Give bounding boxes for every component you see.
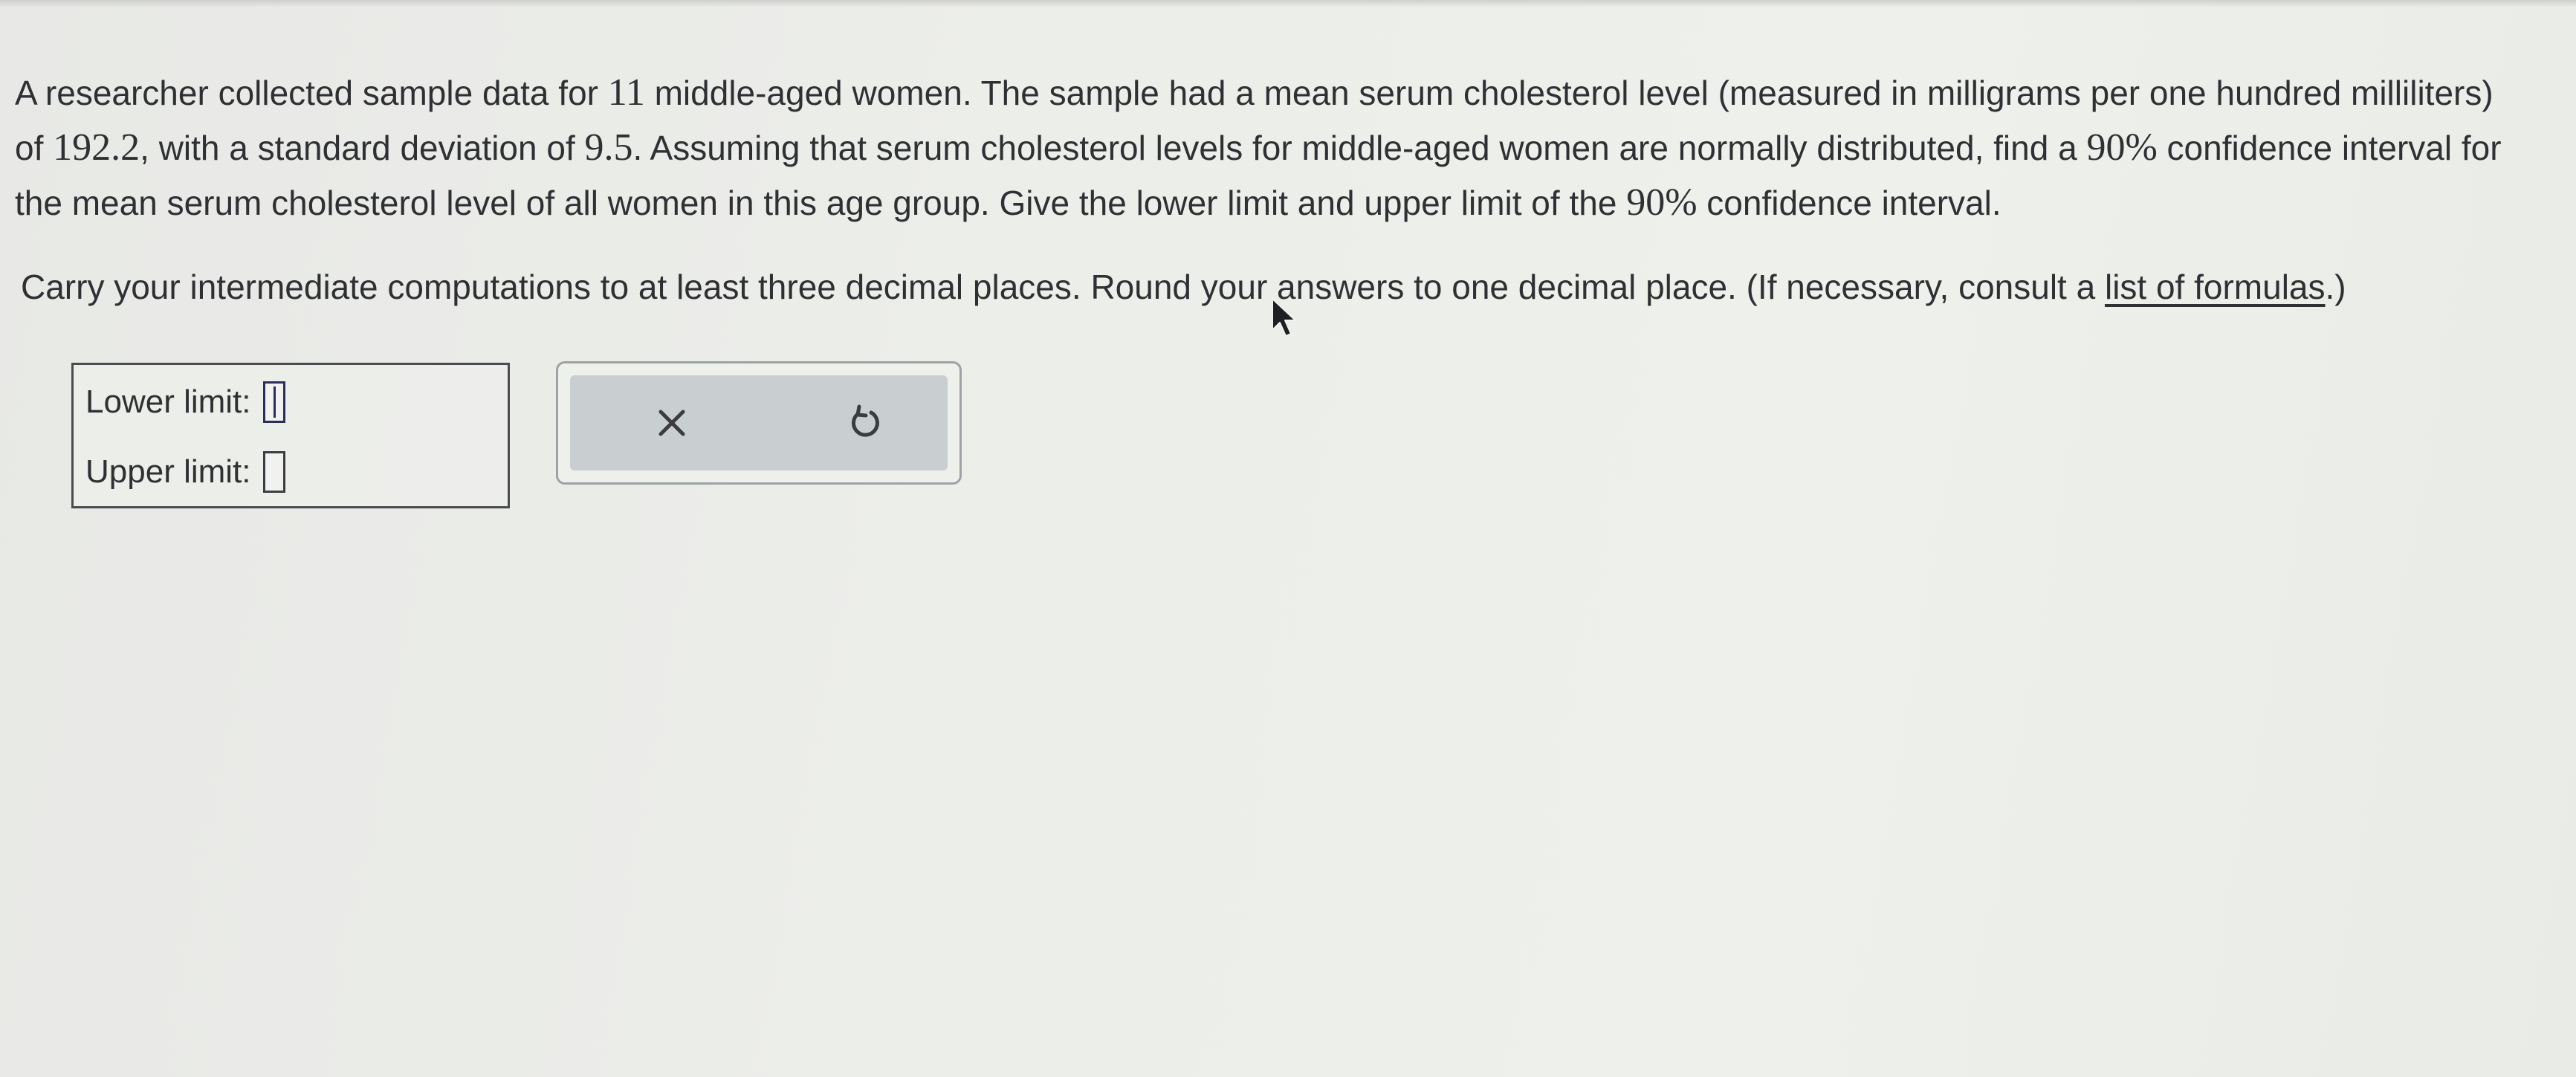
upper-limit-input[interactable] (262, 451, 285, 493)
confidence-level-value-2: 90% (1626, 181, 1698, 224)
problem-text: A researcher collected sample data for 1… (15, 65, 2527, 230)
problem-text-part-4: . Assuming that serum cholesterol levels… (632, 129, 2087, 167)
answer-box: Lower limit: Upper limit: (71, 363, 510, 508)
mouse-pointer-icon (1272, 298, 1296, 337)
text-caret (273, 387, 276, 418)
answer-tools-panel (556, 361, 962, 485)
clear-button[interactable] (648, 399, 696, 447)
problem-text-part-1: A researcher collected sample data for (15, 74, 608, 112)
undo-button[interactable] (841, 399, 889, 447)
answer-tools-bar (570, 375, 948, 470)
instructions-text: Carry your intermediate computations to … (21, 268, 2105, 306)
undo-icon (851, 404, 879, 437)
list-of-formulas-link[interactable]: list of formulas (2105, 268, 2326, 306)
confidence-level-value: 90% (2086, 126, 2158, 169)
problem-text-part-3: , with a standard deviation of (140, 129, 585, 167)
lower-limit-input[interactable] (262, 381, 285, 423)
sample-mean-value: 192.2 (53, 126, 140, 169)
x-icon (658, 410, 685, 436)
problem-text-part-6: confidence interval. (1697, 184, 2001, 222)
page-top-edge (0, 0, 2576, 7)
std-dev-value: 9.5 (584, 126, 633, 169)
upper-limit-row: Upper limit: (85, 451, 285, 493)
instructions-closing: .) (2325, 268, 2346, 306)
upper-limit-label: Upper limit: (85, 453, 251, 490)
lower-limit-row: Lower limit: (85, 381, 285, 423)
lower-limit-label: Lower limit: (85, 384, 251, 420)
problem-statement: A researcher collected sample data for 1… (15, 65, 2527, 230)
sample-size-value: 11 (607, 71, 645, 114)
